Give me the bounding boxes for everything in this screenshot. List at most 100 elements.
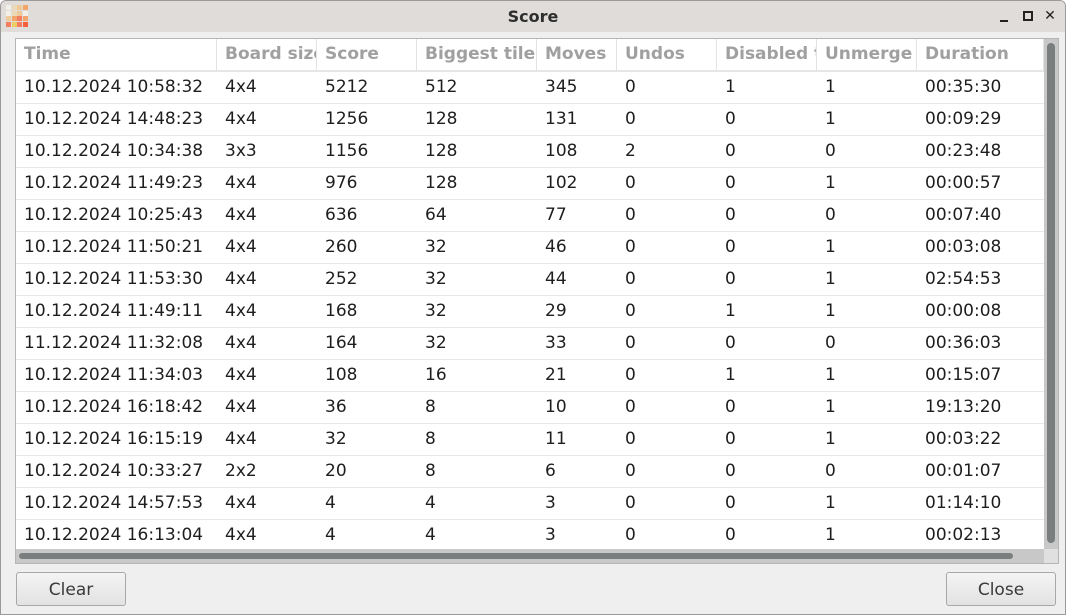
column-header[interactable]: Moves bbox=[537, 39, 617, 70]
table-cell: 0 bbox=[625, 333, 636, 353]
table-cell: 976 bbox=[325, 173, 358, 193]
table-cell: 8 bbox=[425, 429, 436, 449]
table-row[interactable]: 10.12.2024 10:58:32 4x4 5212 512 345 0 1 1 00:35… bbox=[16, 72, 1044, 104]
table-cell: 64 bbox=[425, 205, 447, 225]
table-cell: 1 bbox=[825, 365, 836, 385]
table-cell: 4 bbox=[425, 493, 436, 513]
column-header[interactable]: Undos bbox=[617, 39, 717, 70]
vertical-scrollbar[interactable] bbox=[1044, 39, 1058, 549]
table-cell: 1 bbox=[825, 525, 836, 545]
column-header[interactable]: Time bbox=[16, 39, 217, 70]
table-cell: 0 bbox=[625, 109, 636, 129]
table-row[interactable]: 10.12.2024 11:50:21 4x4 260 32 46 0 0 1 00:03:08 bbox=[16, 232, 1044, 264]
table-row[interactable]: 10.12.2024 11:34:03 4x4 108 16 21 0 1 1 00:15:07 bbox=[16, 360, 1044, 392]
table-cell: 10.12.2024 16:15:19 bbox=[24, 429, 204, 449]
table-cell: 1 bbox=[825, 109, 836, 129]
close-button[interactable]: Close bbox=[946, 572, 1056, 606]
table-cell: 29 bbox=[545, 301, 567, 321]
table-cell: 2x2 bbox=[225, 461, 257, 481]
table-cell: 4x4 bbox=[225, 109, 257, 129]
horizontal-scrollbar[interactable] bbox=[16, 549, 1044, 563]
column-header[interactable]: Disabled tiles bbox=[717, 39, 817, 70]
table-cell: 0 bbox=[725, 141, 736, 161]
column-header[interactable]: Board size bbox=[217, 39, 317, 70]
table-cell: 10.12.2024 14:48:23 bbox=[24, 109, 204, 129]
table-cell: 102 bbox=[545, 173, 578, 193]
title-bar[interactable]: Score ✕ bbox=[1, 1, 1065, 32]
score-dialog: Score ✕ Time Board size Score Biggest tile M… bbox=[0, 0, 1066, 615]
table-cell: 4x4 bbox=[225, 269, 257, 289]
table-row[interactable]: 10.12.2024 11:49:23 4x4 976 128 102 0 0 1 00:00:… bbox=[16, 168, 1044, 200]
window-title: Score bbox=[507, 7, 559, 26]
table-cell: 1 bbox=[725, 77, 736, 97]
table-cell: 128 bbox=[425, 109, 458, 129]
table-row[interactable]: 11.12.2024 11:32:08 4x4 164 32 33 0 0 0 00:36:03 bbox=[16, 328, 1044, 360]
table-row[interactable]: 10.12.2024 14:57:53 4x4 4 4 3 0 0 1 01:14:10 bbox=[16, 488, 1044, 520]
table-cell: 1 bbox=[825, 301, 836, 321]
table-cell: 4x4 bbox=[225, 493, 257, 513]
table-row[interactable]: 10.12.2024 10:34:38 3x3 1156 128 108 2 0 0 00:23… bbox=[16, 136, 1044, 168]
score-table: Time Board size Score Biggest tile Moves Undo… bbox=[15, 38, 1059, 564]
table-row[interactable]: 10.12.2024 10:25:43 4x4 636 64 77 0 0 0 00:07:40 bbox=[16, 200, 1044, 232]
column-header[interactable]: Biggest tile bbox=[417, 39, 537, 70]
table-cell: 4 bbox=[425, 525, 436, 545]
table-cell: 108 bbox=[325, 365, 358, 385]
table-row[interactable]: 10.12.2024 11:53:30 4x4 252 32 44 0 0 1 02:54:53 bbox=[16, 264, 1044, 296]
table-cell: 10.12.2024 11:50:21 bbox=[24, 237, 204, 257]
table-cell: 10.12.2024 11:49:11 bbox=[24, 301, 204, 321]
table-row[interactable]: 10.12.2024 11:49:11 4x4 168 32 29 0 1 1 00:00:08 bbox=[16, 296, 1044, 328]
table-cell: 0 bbox=[725, 461, 736, 481]
table-cell: 1 bbox=[825, 77, 836, 97]
close-window-button[interactable]: ✕ bbox=[1042, 8, 1058, 24]
table-cell: 4x4 bbox=[225, 77, 257, 97]
table-body: 10.12.2024 10:58:32 4x4 5212 512 345 0 1 1 00:35… bbox=[16, 72, 1044, 552]
table-cell: 1 bbox=[725, 365, 736, 385]
table-cell: 32 bbox=[425, 333, 447, 353]
table-cell: 8 bbox=[425, 461, 436, 481]
table-cell: 0 bbox=[625, 269, 636, 289]
minimize-button[interactable] bbox=[997, 8, 1013, 24]
table-cell: 4x4 bbox=[225, 173, 257, 193]
table-cell: 10.12.2024 10:33:27 bbox=[24, 461, 204, 481]
table-cell: 260 bbox=[325, 237, 358, 257]
table-cell: 02:54:53 bbox=[925, 269, 1002, 289]
vertical-scrollbar-thumb[interactable] bbox=[1047, 43, 1055, 543]
table-cell: 32 bbox=[425, 301, 447, 321]
table-cell: 4x4 bbox=[225, 237, 257, 257]
table-cell: 10.12.2024 16:13:04 bbox=[24, 525, 204, 545]
table-cell: 00:36:03 bbox=[925, 333, 1002, 353]
table-cell: 0 bbox=[625, 525, 636, 545]
table-cell: 131 bbox=[545, 109, 578, 129]
table-cell: 0 bbox=[625, 77, 636, 97]
table-cell: 00:09:29 bbox=[925, 109, 1002, 129]
horizontal-scrollbar-thumb[interactable] bbox=[19, 553, 1013, 559]
table-cell: 4x4 bbox=[225, 301, 257, 321]
table-row[interactable]: 10.12.2024 14:48:23 4x4 1256 128 131 0 0 1 00:09… bbox=[16, 104, 1044, 136]
table-row[interactable]: 10.12.2024 10:33:27 2x2 20 8 6 0 0 0 00:01:07 bbox=[16, 456, 1044, 488]
table-cell: 10.12.2024 11:49:23 bbox=[24, 173, 204, 193]
clear-button[interactable]: Clear bbox=[16, 572, 126, 606]
table-cell: 4x4 bbox=[225, 429, 257, 449]
table-cell: 0 bbox=[825, 205, 836, 225]
table-cell: 0 bbox=[625, 173, 636, 193]
table-row[interactable]: 10.12.2024 16:15:19 4x4 32 8 11 0 0 1 00:03:22 bbox=[16, 424, 1044, 456]
column-header[interactable]: Unmerge bbox=[817, 39, 917, 70]
table-cell: 00:23:48 bbox=[925, 141, 1002, 161]
table-cell: 10.12.2024 10:25:43 bbox=[24, 205, 204, 225]
table-cell: 00:00:08 bbox=[925, 301, 1002, 321]
table-cell: 8 bbox=[425, 397, 436, 417]
table-row[interactable]: 10.12.2024 16:13:04 4x4 4 4 3 0 0 1 00:02:13 bbox=[16, 520, 1044, 552]
table-cell: 128 bbox=[425, 173, 458, 193]
column-header[interactable]: Score bbox=[317, 39, 417, 70]
table-cell: 4 bbox=[325, 525, 336, 545]
table-cell: 1256 bbox=[325, 109, 369, 129]
table-cell: 10 bbox=[545, 397, 567, 417]
table-row[interactable]: 10.12.2024 16:18:42 4x4 36 8 10 0 0 1 19:13:20 bbox=[16, 392, 1044, 424]
table-cell: 0 bbox=[725, 333, 736, 353]
table-cell: 3 bbox=[545, 525, 556, 545]
column-header[interactable]: Duration bbox=[917, 39, 1044, 70]
table-cell: 168 bbox=[325, 301, 358, 321]
maximize-button[interactable] bbox=[1020, 8, 1036, 24]
table-cell: 32 bbox=[425, 269, 447, 289]
table-cell: 44 bbox=[545, 269, 567, 289]
